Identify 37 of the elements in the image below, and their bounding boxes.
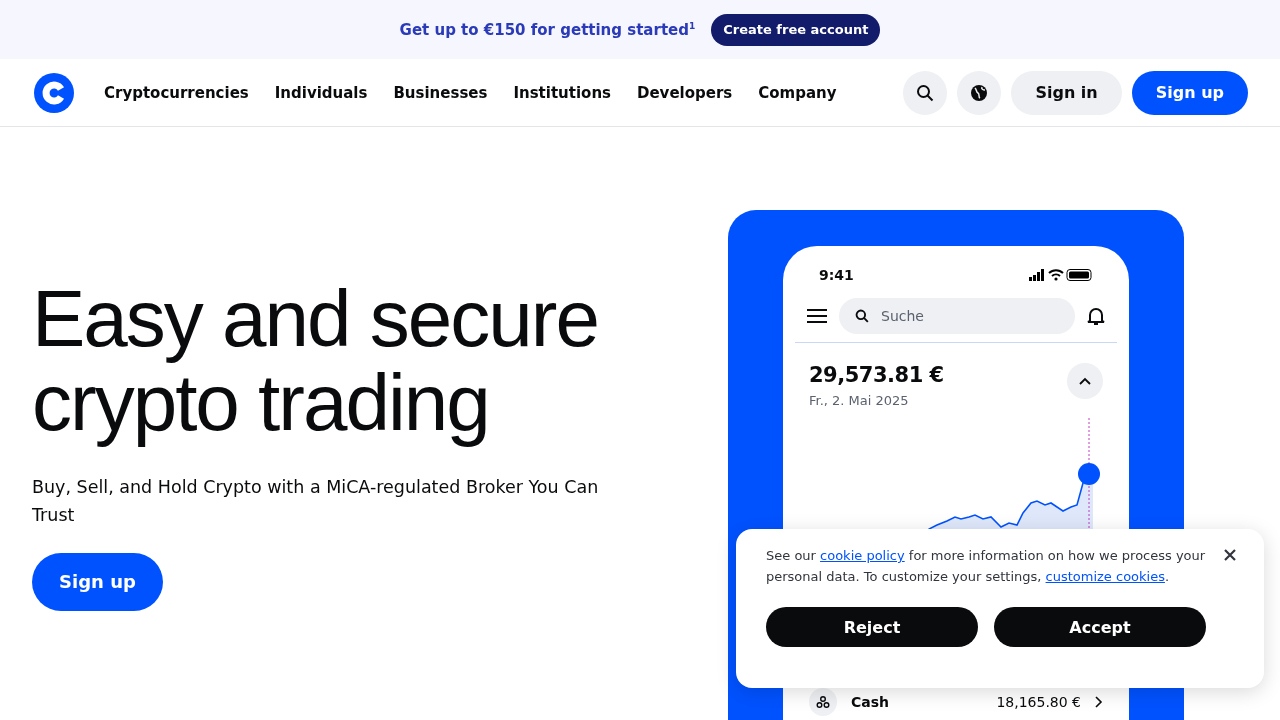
- globe-icon: [970, 83, 989, 102]
- nav-link[interactable]: Developers: [637, 83, 733, 102]
- balance-amount: 29,573.81 €: [809, 363, 944, 387]
- nav-link[interactable]: Company: [758, 83, 837, 102]
- promo-text: Get up to €150 for getting started$^{1}$: [399, 20, 696, 39]
- nav-link[interactable]: Businesses: [393, 83, 488, 102]
- collapse-button[interactable]: [1067, 363, 1103, 399]
- hero-title: Easy and secure crypto trading: [32, 276, 599, 445]
- cookie-text: See our cookie policy for more information on how we process your personal data. To customize your settings, customize cookies.: [766, 547, 1206, 586]
- balance-date: Fr., 2. Mai 2025: [809, 393, 910, 408]
- logo-icon[interactable]: [34, 72, 74, 113]
- sign-up-button[interactable]: Sign up: [1131, 70, 1248, 115]
- chevron-up-icon: [1079, 377, 1091, 385]
- nav-link[interactable]: Individuals: [274, 83, 368, 102]
- menu-icon[interactable]: [807, 308, 827, 324]
- sign-in-button[interactable]: Sign in: [1011, 70, 1122, 115]
- nav-link[interactable]: Cryptocurrencies: [104, 83, 249, 102]
- cash-label: Cash: [851, 694, 890, 710]
- cash-value: 18,165.80 €: [996, 694, 1081, 710]
- chevron-right-icon: [1095, 696, 1103, 708]
- search-icon: [855, 309, 869, 323]
- cookie-policy-link[interactable]: cookie policy: [820, 548, 905, 563]
- close-icon: [1224, 549, 1236, 561]
- status-icons-drawing: [1029, 268, 1093, 282]
- customize-cookies-link[interactable]: customize cookies: [1045, 569, 1165, 584]
- search-field[interactable]: Suche: [839, 298, 1075, 334]
- nav-link[interactable]: Institutions: [513, 83, 611, 102]
- hero-subtitle: Buy, Sell, and Hold Crypto with a MiCA-regulated Broker You Can Trust: [32, 475, 600, 527]
- reject-button[interactable]: Reject: [766, 607, 978, 647]
- sign-up-button[interactable]: Sign up: [32, 552, 163, 611]
- close-button[interactable]: [1222, 547, 1238, 563]
- create-account-button[interactable]: Create free account: [711, 13, 881, 46]
- status-time: 9:41: [819, 267, 854, 283]
- bell-icon[interactable]: [1087, 306, 1105, 326]
- coins-icon: [809, 688, 837, 716]
- accept-button[interactable]: Accept: [994, 607, 1206, 647]
- search-icon: [916, 83, 935, 102]
